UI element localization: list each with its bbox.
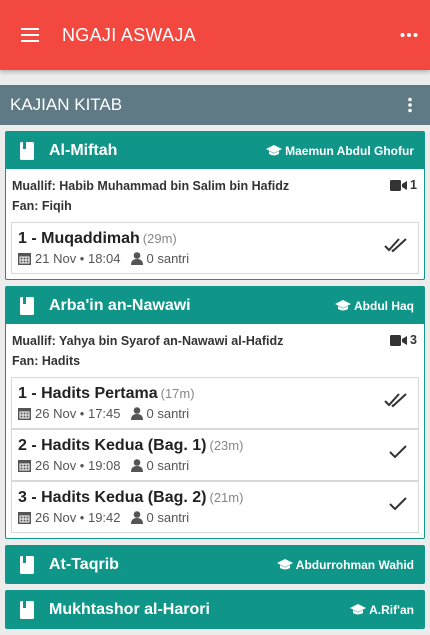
lesson-item[interactable]: 1 - Hadits Pertama (17m) 26 Nov • 17:45 0… bbox=[11, 377, 419, 429]
book-title: At-Taqrib bbox=[49, 555, 119, 573]
more-horizontal-icon[interactable] bbox=[388, 0, 430, 70]
video-count: 1 bbox=[390, 178, 417, 192]
lesson-item[interactable]: 3 - Hadits Kedua (Bag. 2) (21m) 26 Nov • … bbox=[11, 481, 419, 533]
video-count: 3 bbox=[390, 333, 417, 347]
graduation-cap-icon bbox=[335, 299, 351, 310]
lesson-students: 0 santri bbox=[146, 406, 190, 421]
teacher: Maemun Abdul Ghofur bbox=[266, 144, 414, 158]
book-card-header[interactable]: Arba'in an-Nawawi Abdul Haq bbox=[6, 287, 424, 324]
calendar-icon bbox=[18, 408, 31, 420]
teacher: Abdurrohman Wahid bbox=[276, 557, 414, 572]
double-check-icon bbox=[384, 393, 407, 408]
book-fan: Fan: Hadits bbox=[12, 354, 81, 368]
app-bar: NGAJI ASWAJA bbox=[0, 0, 430, 70]
graduation-cap-icon bbox=[266, 144, 283, 155]
book-card-header[interactable]: Al-Miftah Maemun Abdul Ghofur bbox=[6, 132, 424, 169]
check-icon bbox=[389, 445, 407, 459]
book-card[interactable]: Al-Miftah Maemun Abdul Ghofur Muallif: H… bbox=[5, 131, 425, 280]
lesson-date: 26 Nov • 19:08 bbox=[35, 458, 121, 473]
book-icon bbox=[20, 555, 34, 574]
more-vertical-icon[interactable] bbox=[390, 85, 430, 125]
lesson-students: 0 santri bbox=[146, 251, 190, 266]
lesson-title: 1 - Muqaddimah bbox=[18, 230, 140, 247]
lesson-duration: (23m) bbox=[209, 438, 244, 453]
lesson-title: 3 - Hadits Kedua (Bag. 2) bbox=[18, 489, 207, 506]
lesson-students: 0 santri bbox=[146, 458, 190, 473]
lesson-title: 1 - Hadits Pertama bbox=[18, 385, 158, 402]
book-icon bbox=[20, 296, 34, 315]
video-camera-icon bbox=[390, 334, 408, 346]
book-fan: Fan: Fiqih bbox=[12, 199, 72, 213]
hamburger-menu-icon[interactable] bbox=[0, 0, 62, 70]
book-card[interactable]: Arba'in an-Nawawi Abdul Haq Muallif: Yah… bbox=[5, 286, 425, 539]
book-meta: Muallif: Yahya bin Syarof an-Nawawi al-H… bbox=[6, 324, 424, 377]
book-card[interactable]: Mukhtashor al-Harori A.Rif'an bbox=[5, 590, 425, 629]
lesson-duration: (21m) bbox=[209, 490, 244, 505]
teacher-name: A.Rif'an bbox=[369, 602, 414, 617]
user-icon bbox=[130, 252, 143, 265]
book-list: Al-Miftah Maemun Abdul Ghofur Muallif: H… bbox=[5, 131, 425, 635]
lesson-duration: (17m) bbox=[160, 386, 195, 401]
graduation-cap-icon bbox=[350, 603, 367, 614]
section-title: KAJIAN KITAB bbox=[10, 95, 123, 114]
calendar-icon bbox=[18, 512, 31, 524]
book-title: Al-Miftah bbox=[49, 141, 118, 159]
teacher-name: Maemun Abdul Ghofur bbox=[285, 143, 414, 158]
book-card[interactable]: At-Taqrib Abdurrohman Wahid bbox=[5, 545, 425, 584]
lesson-item[interactable]: 1 - Muqaddimah (29m) 21 Nov • 18:04 0 san… bbox=[11, 222, 419, 274]
teacher-name: Abdul Haq bbox=[354, 298, 414, 313]
double-check-icon bbox=[384, 238, 407, 253]
book-author: Muallif: Yahya bin Syarof an-Nawawi al-H… bbox=[12, 334, 284, 348]
book-card-header[interactable]: Mukhtashor al-Harori A.Rif'an bbox=[6, 591, 424, 628]
lesson-students: 0 santri bbox=[146, 510, 190, 525]
book-author: Muallif: Habib Muhammad bin Salim bin Ha… bbox=[12, 179, 290, 193]
lesson-item[interactable]: 2 - Hadits Kedua (Bag. 1) (23m) 26 Nov • … bbox=[11, 429, 419, 481]
calendar-icon bbox=[18, 460, 31, 472]
teacher-name: Abdurrohman Wahid bbox=[295, 557, 414, 572]
book-icon bbox=[20, 600, 34, 619]
book-meta: Muallif: Habib Muhammad bin Salim bin Ha… bbox=[6, 169, 424, 222]
graduation-cap-icon bbox=[276, 558, 293, 569]
calendar-icon bbox=[18, 253, 31, 265]
lesson-duration: (29m) bbox=[142, 231, 177, 246]
teacher: A.Rif'an bbox=[350, 603, 414, 617]
book-title: Mukhtashor al-Harori bbox=[49, 600, 210, 618]
book-card-header[interactable]: At-Taqrib Abdurrohman Wahid bbox=[6, 546, 424, 583]
user-icon bbox=[130, 511, 143, 524]
section-header: KAJIAN KITAB bbox=[0, 85, 430, 125]
lesson-title: 2 - Hadits Kedua (Bag. 1) bbox=[18, 437, 207, 454]
book-title: Arba'in an-Nawawi bbox=[49, 296, 191, 314]
lesson-date: 26 Nov • 17:45 bbox=[35, 406, 121, 421]
lesson-date: 26 Nov • 19:42 bbox=[35, 510, 121, 525]
check-icon bbox=[389, 497, 407, 511]
video-camera-icon bbox=[390, 179, 408, 191]
app-title: NGAJI ASWAJA bbox=[62, 24, 196, 45]
user-icon bbox=[130, 459, 143, 472]
book-icon bbox=[20, 141, 34, 160]
lesson-date: 21 Nov • 18:04 bbox=[35, 251, 121, 266]
user-icon bbox=[130, 407, 143, 420]
teacher: Abdul Haq bbox=[335, 299, 414, 313]
